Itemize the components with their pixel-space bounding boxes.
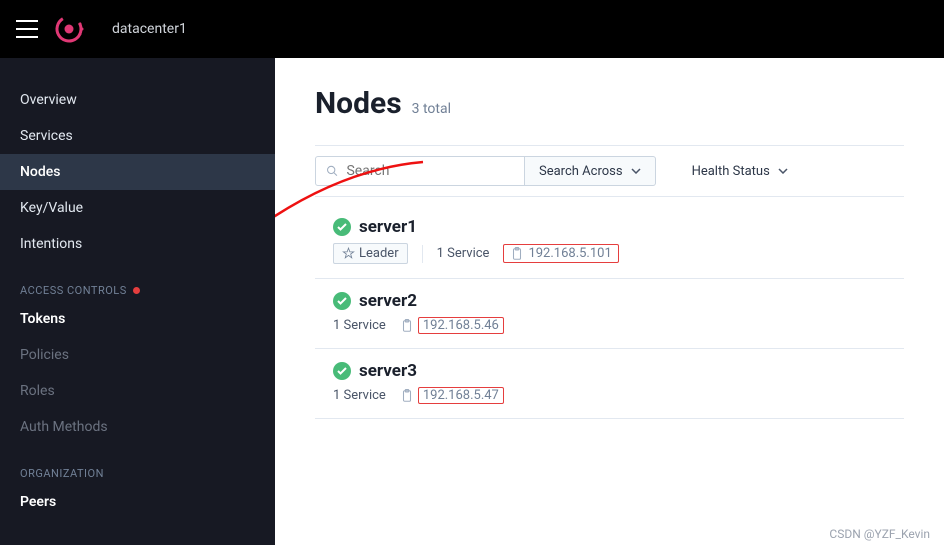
service-count: 1 Service bbox=[437, 246, 490, 261]
consul-logo-icon[interactable] bbox=[54, 14, 84, 44]
chevron-down-icon bbox=[631, 168, 641, 174]
star-icon bbox=[342, 247, 355, 260]
search-input-wrapper[interactable] bbox=[315, 156, 525, 186]
sidebar-section-org: ORGANIZATION bbox=[0, 457, 275, 484]
sidebar-item-peers[interactable]: Peers bbox=[0, 484, 275, 520]
health-status-dropdown[interactable]: Health Status bbox=[692, 164, 788, 179]
service-count: 1 Service bbox=[333, 388, 386, 403]
ip-text: 192.168.5.47 bbox=[418, 387, 504, 404]
divider bbox=[422, 245, 423, 263]
search-icon bbox=[326, 164, 338, 178]
page-subtitle: 3 total bbox=[412, 101, 451, 117]
toolbar: Search Across Health Status bbox=[315, 145, 904, 197]
sidebar-section-label: ACCESS CONTROLS bbox=[20, 284, 127, 297]
search-across-dropdown[interactable]: Search Across bbox=[525, 156, 656, 186]
ip-text: 192.168.5.101 bbox=[528, 246, 611, 261]
status-passing-icon bbox=[333, 292, 351, 310]
app-header: datacenter1 bbox=[0, 0, 944, 58]
main-content: Nodes 3 total Search Across Health Statu… bbox=[275, 58, 944, 545]
sidebar-item-nodes[interactable]: Nodes bbox=[0, 154, 275, 190]
node-list: server1 Leader 1 Service 192.168.5.101 bbox=[315, 205, 904, 419]
search-input[interactable] bbox=[346, 163, 514, 179]
node-name: server3 bbox=[359, 361, 417, 381]
sidebar-item-authmethods[interactable]: Auth Methods bbox=[0, 409, 275, 445]
menu-icon[interactable] bbox=[16, 20, 38, 38]
sidebar-section-access: ACCESS CONTROLS bbox=[0, 274, 275, 301]
sidebar: Overview Services Nodes Key/Value Intent… bbox=[0, 58, 275, 545]
watermark: CSDN @YZF_Kevin bbox=[829, 527, 930, 541]
leader-label: Leader bbox=[359, 246, 399, 261]
node-name: server1 bbox=[359, 217, 417, 237]
node-row[interactable]: server3 1 Service 192.168.5.47 bbox=[315, 349, 904, 419]
sidebar-item-services[interactable]: Services bbox=[0, 118, 275, 154]
sidebar-item-intentions[interactable]: Intentions bbox=[0, 226, 275, 262]
status-passing-icon bbox=[333, 218, 351, 236]
alert-dot-icon bbox=[133, 287, 140, 294]
sidebar-item-policies[interactable]: Policies bbox=[0, 337, 275, 373]
ip-text: 192.168.5.46 bbox=[418, 317, 504, 334]
node-ip[interactable]: 192.168.5.46 bbox=[400, 317, 504, 334]
clipboard-icon bbox=[400, 319, 414, 333]
sidebar-item-keyvalue[interactable]: Key/Value bbox=[0, 190, 275, 226]
sidebar-item-overview[interactable]: Overview bbox=[0, 82, 275, 118]
node-row[interactable]: server1 Leader 1 Service 192.168.5.101 bbox=[315, 205, 904, 279]
node-row[interactable]: server2 1 Service 192.168.5.46 bbox=[315, 279, 904, 349]
status-passing-icon bbox=[333, 362, 351, 380]
page-title: Nodes bbox=[315, 86, 402, 121]
clipboard-icon bbox=[400, 389, 414, 403]
datacenter-name[interactable]: datacenter1 bbox=[112, 21, 187, 37]
sidebar-item-roles[interactable]: Roles bbox=[0, 373, 275, 409]
search-across-label: Search Across bbox=[539, 164, 623, 179]
chevron-down-icon bbox=[778, 168, 788, 174]
node-ip[interactable]: 192.168.5.101 bbox=[503, 244, 618, 263]
node-ip[interactable]: 192.168.5.47 bbox=[400, 387, 504, 404]
leader-badge: Leader bbox=[333, 243, 408, 264]
sidebar-item-tokens[interactable]: Tokens bbox=[0, 301, 275, 337]
service-count: 1 Service bbox=[333, 318, 386, 333]
sidebar-section-label: ORGANIZATION bbox=[20, 467, 104, 480]
health-status-label: Health Status bbox=[692, 164, 770, 179]
clipboard-icon bbox=[510, 247, 524, 261]
node-name: server2 bbox=[359, 291, 417, 311]
